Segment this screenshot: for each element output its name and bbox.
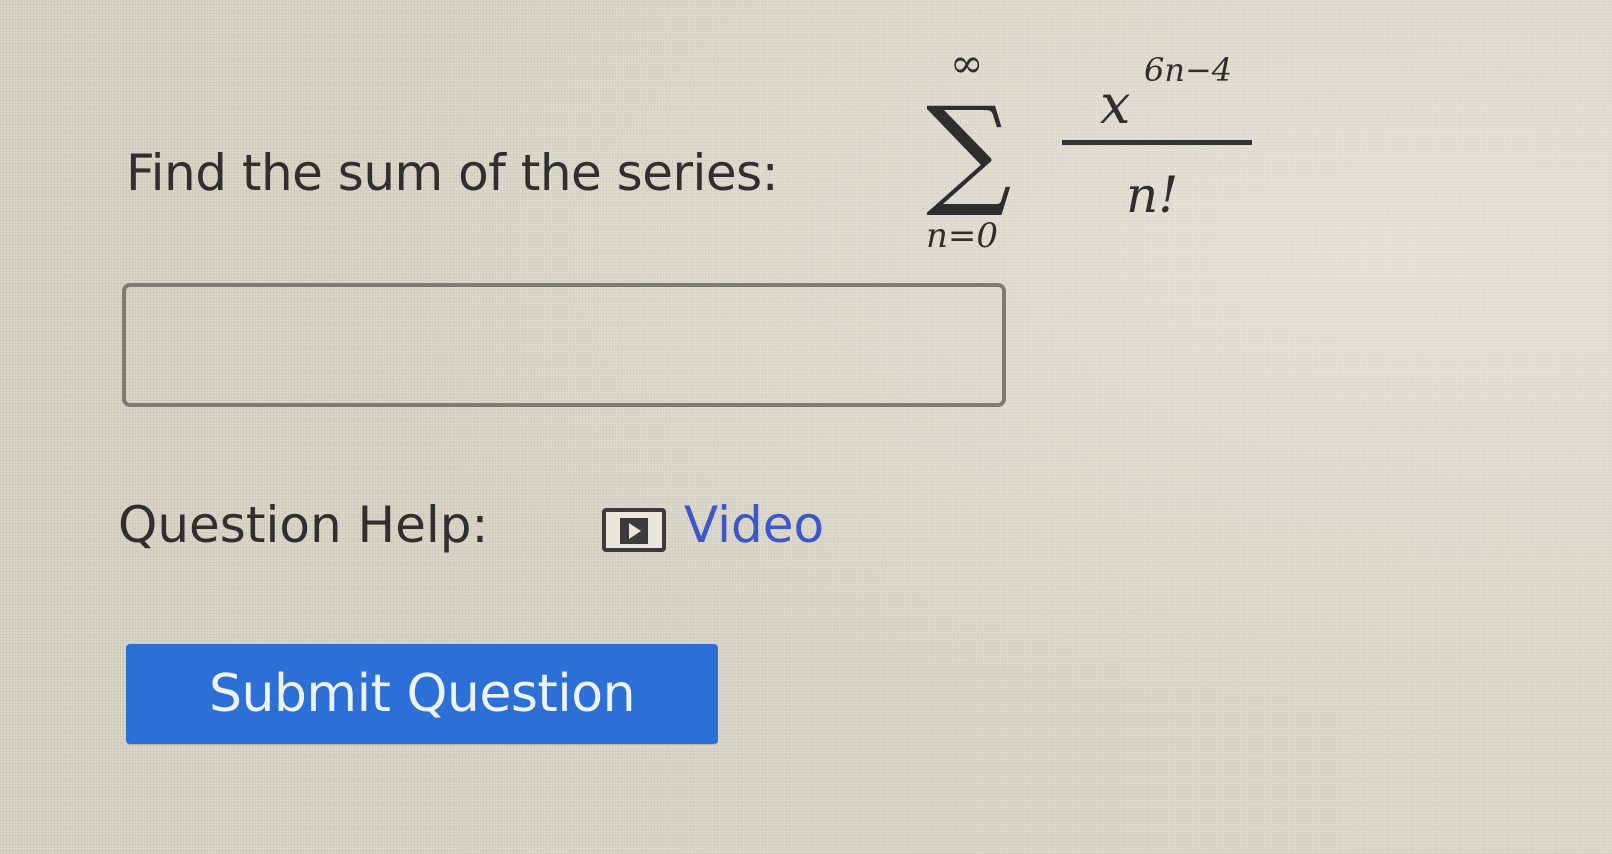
sum-upper-limit: ∞ [950,41,984,87]
video-link-label: Video [684,496,825,554]
numerator-base: x [1100,73,1131,136]
question-help-label: Question Help: [118,496,489,554]
series-term-fraction: x 6n−4 n! [1062,40,1258,270]
question-help: Question Help: Video [118,490,918,560]
series-expression: ∞ ∑ n=0 x 6n−4 n! [926,40,1266,270]
summation-symbol: ∑ [926,82,1012,221]
fraction-bar [1062,140,1252,145]
question-prompt: Find the sum of the series: [126,144,779,202]
denominator: n! [1126,166,1179,224]
numerator-exponent: 6n−4 [1144,51,1233,89]
video-play-icon [602,508,666,552]
video-help-link[interactable]: Video [602,490,872,560]
sum-lower-limit: n=0 [926,216,999,256]
question-row: Find the sum of the series: ∞ ∑ n=0 x 6n… [126,40,1326,270]
submit-question-button[interactable]: Submit Question [126,644,718,744]
answer-input[interactable] [122,283,1006,407]
